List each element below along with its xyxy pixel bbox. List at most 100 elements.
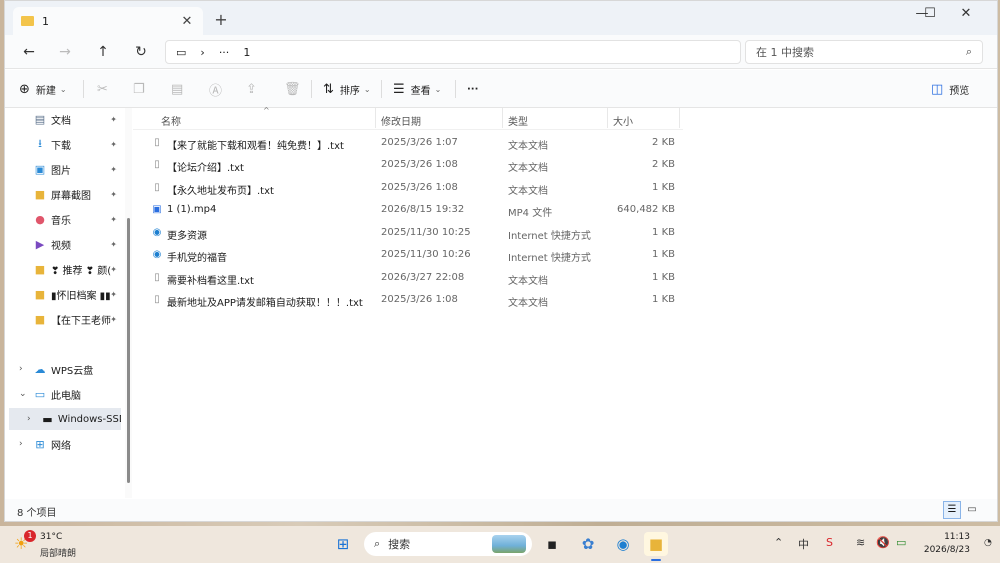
copy-button[interactable]: ❐ xyxy=(133,80,151,98)
forward-button[interactable]: → xyxy=(53,43,77,61)
picture-icon: ▣ xyxy=(34,162,46,176)
refresh-button[interactable]: ↻ xyxy=(129,43,153,61)
task-view-icon[interactable]: ▪ xyxy=(540,532,564,556)
new-tab-button[interactable]: + xyxy=(211,10,231,29)
music-icon: ● xyxy=(35,212,45,226)
sidebar-item-label: 文档 xyxy=(51,115,71,127)
share-icon: ⇪ xyxy=(246,81,257,97)
paste-button[interactable]: ▤ xyxy=(171,80,189,98)
file-row[interactable]: ▯ 需要补档看这里.txt 2026/3/27 22:08 文本文档 1 KB xyxy=(143,267,683,289)
sidebar-item-videos[interactable]: ▶ 视频 ✦ xyxy=(9,233,121,255)
chevron-right-icon[interactable]: › xyxy=(27,414,31,424)
up-button[interactable]: ↑ xyxy=(91,43,115,61)
battery-icon[interactable]: ▭ xyxy=(896,536,906,549)
sidebar-item-music[interactable]: ● 音乐 ✦ xyxy=(9,208,121,230)
search-input[interactable]: 在 1 中搜索 ⌕ xyxy=(745,40,983,64)
column-divider[interactable] xyxy=(607,108,608,128)
navigation-pane: ▤ 文档 ✦ ⭳ 下载 ✦ ▣ 图片 ✦ ■ 屏幕截图 ✦ ● 音乐 ✦ ▶ 视… xyxy=(5,108,125,498)
column-type[interactable]: 类型 xyxy=(508,113,528,128)
clock-date: 2026/8/23 xyxy=(923,545,970,555)
sidebar-item-label: ❣ 推荐 ❣ 颜( xyxy=(51,265,112,277)
file-type: 文本文档 xyxy=(508,163,548,174)
file-row[interactable]: ▯ 最新地址及APP请发邮箱自动获取！！！.txt 2025/3/26 1:08… xyxy=(143,289,683,311)
app-icon[interactable]: ✿ xyxy=(576,532,600,556)
sidebar-item-downloads[interactable]: ⭳ 下载 ✦ xyxy=(9,133,121,155)
column-size[interactable]: 大小 xyxy=(613,113,633,128)
tiles-view-icon[interactable]: ▭ xyxy=(963,501,981,519)
file-row[interactable]: ◉ 手机党的福音 2025/11/30 10:26 Internet 快捷方式 … xyxy=(143,244,683,266)
ime-indicator[interactable]: 中 xyxy=(798,536,809,552)
column-name[interactable]: 名称 xyxy=(161,113,181,128)
rename-button[interactable]: Ⓐ xyxy=(209,80,228,99)
weather-widget[interactable]: ☀ 1 31°C 局部晴朗 xyxy=(14,530,94,560)
new-button[interactable]: ⊕ 新建 ⌄ xyxy=(19,80,67,98)
column-divider[interactable] xyxy=(375,108,376,128)
sort-button[interactable]: ⇅ 排序 ⌄ xyxy=(323,80,371,98)
file-date: 2025/11/30 10:25 xyxy=(381,227,471,238)
file-name: 更多资源 xyxy=(167,231,207,242)
sidebar-item-windows-ssd[interactable]: › ▬ Windows-SSD xyxy=(9,408,121,430)
breadcrumb-chevron-icon[interactable]: › xyxy=(200,46,204,59)
clock[interactable]: 11:13 2026/8/23 xyxy=(924,531,970,557)
notification-bell-icon[interactable]: ◔ xyxy=(984,538,992,548)
preview-label: 预览 xyxy=(949,85,970,97)
sidebar-item-network[interactable]: › ⊞ 网络 xyxy=(9,433,121,455)
taskbar-search[interactable]: ⌕ 搜索 xyxy=(364,532,532,556)
sidebar-item-recommend-folder[interactable]: ■ ❣ 推荐 ❣ 颜( ✦ xyxy=(9,258,121,280)
path-box[interactable]: ▭ › ··· 1 xyxy=(165,40,741,64)
breadcrumb-current[interactable]: 1 xyxy=(243,46,250,59)
wifi-icon[interactable]: ≋ xyxy=(856,536,865,549)
sidebar-item-pictures[interactable]: ▣ 图片 ✦ xyxy=(9,158,121,180)
file-row[interactable]: ▯ 【来了就能下载和观看！纯免费！】.txt 2025/3/26 1:07 文本… xyxy=(143,132,683,154)
tab-folder-1[interactable]: 1 ✕ xyxy=(13,7,203,35)
tab-close-icon[interactable]: ✕ xyxy=(179,14,195,29)
column-modified[interactable]: 修改日期 xyxy=(381,113,421,128)
view-button[interactable]: ☰ 查看 ⌄ xyxy=(393,80,441,98)
share-button[interactable]: ⇪ xyxy=(246,80,263,98)
breadcrumb-ellipsis[interactable]: ··· xyxy=(219,46,230,59)
scrollbar-thumb[interactable] xyxy=(127,218,130,483)
pin-icon: ✦ xyxy=(110,164,117,174)
maximize-button[interactable]: ☐ xyxy=(913,5,947,23)
wps-tray-icon[interactable]: S xyxy=(826,536,833,549)
file-row[interactable]: ▯ 【永久地址发布页】.txt 2025/3/26 1:08 文本文档 1 KB xyxy=(143,177,683,199)
more-options-button[interactable]: ··· xyxy=(467,80,478,98)
sidebar-item-archive-folder[interactable]: ■ ▮怀旧档案 ▮▮ ✦ xyxy=(9,283,121,305)
sidebar-item-screenshots[interactable]: ■ 屏幕截图 ✦ xyxy=(9,183,121,205)
file-row[interactable]: ▣ 1 (1).mp4 2026/8/15 19:32 MP4 文件 640,4… xyxy=(143,199,683,221)
close-window-button[interactable]: ✕ xyxy=(949,5,983,23)
sidebar-item-documents[interactable]: ▤ 文档 ✦ xyxy=(9,108,121,130)
sidebar-item-label: WPS云盘 xyxy=(51,365,94,377)
sidebar-item-label: 网络 xyxy=(51,440,71,452)
pin-icon: ✦ xyxy=(110,289,117,299)
sidebar-item-this-pc[interactable]: ⌄ ▭ 此电脑 xyxy=(9,383,121,405)
file-date: 2025/3/26 1:08 xyxy=(381,182,458,193)
volume-muted-icon[interactable]: 🔇 xyxy=(876,536,890,549)
column-divider[interactable] xyxy=(679,108,680,128)
file-row[interactable]: ◉ 更多资源 2025/11/30 10:25 Internet 快捷方式 1 … xyxy=(143,222,683,244)
browser-icon[interactable]: ◉ xyxy=(611,532,635,556)
file-explorer-taskbar-icon[interactable]: ■ xyxy=(644,532,668,556)
details-view-icon[interactable]: ☰ xyxy=(943,501,961,519)
column-divider[interactable] xyxy=(502,108,503,128)
cut-button[interactable]: ✂ xyxy=(97,80,114,98)
sidebar-item-wps-cloud[interactable]: › ☁ WPS云盘 xyxy=(9,358,121,380)
new-label: 新建 xyxy=(35,85,56,97)
sidebar-scrollbar[interactable] xyxy=(125,108,132,498)
chevron-down-icon[interactable]: ⌄ xyxy=(19,389,27,399)
pc-icon: ▭ xyxy=(34,387,46,401)
back-button[interactable]: ← xyxy=(17,43,41,61)
show-hidden-icons-chevron-up-icon[interactable]: ⌃ xyxy=(774,536,783,549)
taskbar-search-label: 搜索 xyxy=(388,538,411,551)
sidebar-item-teacher-folder[interactable]: ■ 【在下王老师 ✦ xyxy=(9,308,121,330)
chevron-right-icon[interactable]: › xyxy=(19,364,23,374)
file-row[interactable]: ▯ 【论坛介绍】.txt 2025/3/26 1:08 文本文档 2 KB xyxy=(143,154,683,176)
preview-pane-button[interactable]: ◫ 预览 xyxy=(931,80,969,98)
file-size: 1 KB xyxy=(652,227,675,238)
file-name: 最新地址及APP请发邮箱自动获取！！！.txt xyxy=(167,298,363,309)
start-windows-icon[interactable]: ⊞ xyxy=(331,532,355,556)
sidebar-item-label: 视频 xyxy=(51,240,71,252)
delete-button[interactable]: 🗑 xyxy=(284,80,307,98)
chevron-right-icon[interactable]: › xyxy=(19,439,23,449)
item-count: 8 个项目 xyxy=(17,508,57,519)
